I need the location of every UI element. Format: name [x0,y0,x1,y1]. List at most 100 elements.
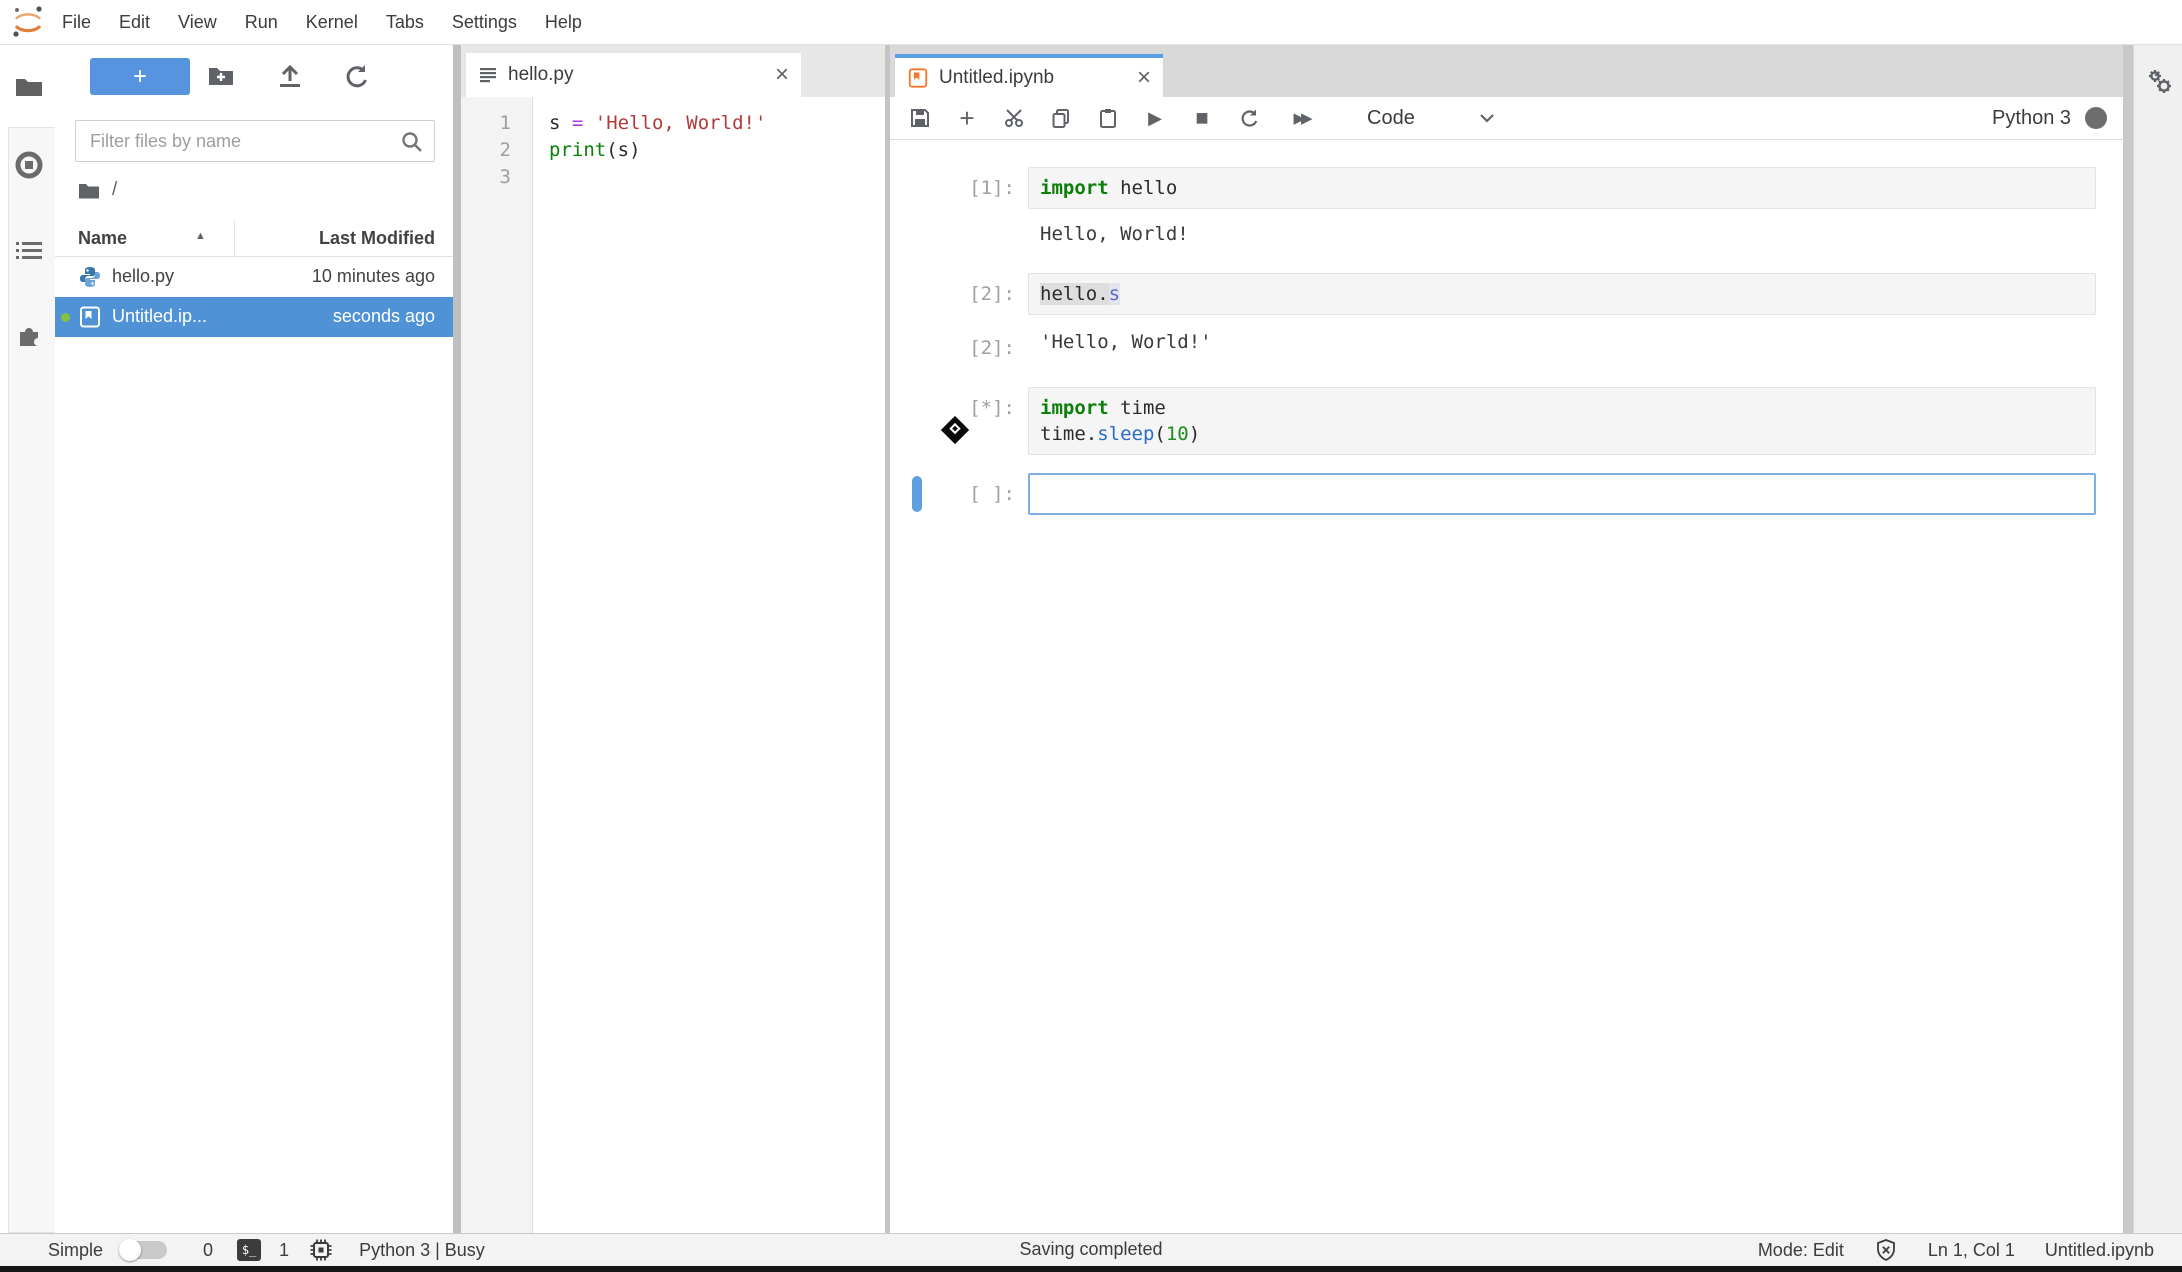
new-launcher-button[interactable]: + [90,58,190,95]
editor-tab-bar: hello.py × [461,45,885,97]
column-header-name[interactable]: Name [78,228,127,249]
restart-run-all-icon[interactable]: ▶▶ [1286,109,1316,127]
extensions-icon[interactable] [14,320,44,350]
tab-hello-py[interactable]: hello.py × [466,53,801,97]
code-line[interactable]: hello.s [1040,281,2084,307]
notebook-mode-indicator[interactable]: Mode: Edit [1758,1240,1844,1261]
cell-output: [2]:'Hello, World!' [890,327,2123,361]
chevron-down-icon[interactable] [1477,113,1497,123]
terminal-icon[interactable]: $_ [237,1239,261,1261]
sidebar-strip-background [8,127,55,1233]
active-document-name[interactable]: Untitled.ipynb [2045,1240,2154,1261]
notebook-scrollbar[interactable] [2123,45,2133,1233]
code-line[interactable] [1040,481,2084,507]
simple-mode-toggle[interactable] [119,1241,167,1259]
file-modified: seconds ago [333,306,435,327]
notebook-cell[interactable]: [*]:import timetime.sleep(10) [890,387,2123,455]
refresh-icon[interactable] [342,62,370,90]
code-line[interactable]: time.sleep(10) [1040,421,2084,447]
cell-input[interactable] [1028,473,2096,515]
upload-icon[interactable] [276,62,304,90]
menu-file[interactable]: File [48,12,105,33]
menu-run[interactable]: Run [231,12,292,33]
editor-code[interactable]: s = 'Hello, World!' print(s) [549,110,881,190]
code-line[interactable]: import hello [1040,175,2084,201]
menu-view[interactable]: View [164,12,231,33]
menu-tabs[interactable]: Tabs [372,12,438,33]
line-number: 3 [461,164,511,191]
notebook-panel: Untitled.ipynb × + ▶ ■ ▶▶ Code Python 3 [890,45,2123,1233]
notebook-file-icon [78,305,102,329]
breadcrumb[interactable]: / [78,177,117,203]
terminals-count[interactable]: 0 [203,1240,213,1261]
cell-input[interactable]: hello.s [1028,273,2096,315]
file-name[interactable]: Untitled.ip... [112,306,207,327]
file-row-hello-py[interactable]: hello.py 10 minutes ago [55,257,453,297]
file-list-header: Name ▲ Last Modified [55,221,453,257]
code-line[interactable]: print(s) [549,137,881,164]
home-folder-icon[interactable] [78,181,100,199]
copy-cells-icon[interactable] [1051,108,1071,128]
toggle-knob [119,1239,141,1261]
menu-kernel[interactable]: Kernel [292,12,372,33]
notebook-cell[interactable]: [2]:hello.s [890,273,2123,315]
stop-icon[interactable]: ■ [1192,105,1212,131]
kernel-busy-icon[interactable] [2085,107,2107,129]
kernel-running-dot [61,313,70,322]
splitter-filebrowser-editor[interactable] [453,45,461,1233]
filter-files-input[interactable] [76,121,434,161]
menu-help[interactable]: Help [531,12,596,33]
property-inspector-icon[interactable] [2145,67,2175,97]
cell-type-dropdown[interactable]: Code [1367,107,1415,130]
notebook-tab-bar: Untitled.ipynb × [890,45,2123,97]
search-icon[interactable] [400,130,424,154]
menu-settings[interactable]: Settings [438,12,531,33]
kernel-name[interactable]: Python 3 [1992,107,2071,130]
add-cell-icon[interactable]: + [957,108,977,128]
window-bottom-edge [0,1266,2182,1272]
cursor-position[interactable]: Ln 1, Col 1 [1928,1240,2015,1261]
shield-not-trusted-icon[interactable] [1874,1238,1898,1262]
table-of-contents-icon[interactable] [14,236,44,266]
column-header-last-modified[interactable]: Last Modified [319,228,435,249]
file-name[interactable]: hello.py [112,266,174,287]
code-line[interactable]: s = 'Hello, World!' [549,110,881,137]
output-prompt [890,219,1028,249]
running-kernels-icon[interactable] [14,150,44,180]
column-divider [234,221,235,257]
text-file-icon [478,64,498,86]
kernels-count[interactable]: 1 [279,1240,289,1261]
paste-cells-icon[interactable] [1098,108,1118,128]
kernel-chip-icon[interactable] [309,1238,333,1262]
status-bar: Simple 0 $_ 1 Python 3 | Busy Saving com… [0,1233,2182,1266]
close-tab-icon[interactable]: × [775,63,789,87]
kernel-status-text[interactable]: Python 3 | Busy [359,1240,485,1261]
notebook-cell[interactable]: [ ]: [890,473,2123,515]
file-row-untitled-ipynb[interactable]: Untitled.ip... seconds ago [55,297,453,337]
sort-ascending-icon[interactable]: ▲ [195,230,206,242]
status-message: Saving completed [1019,1239,1162,1260]
cut-cells-icon[interactable] [1004,108,1024,128]
breadcrumb-root[interactable]: / [112,179,117,201]
close-tab-icon[interactable]: × [1137,66,1151,90]
file-modified: 10 minutes ago [312,266,435,287]
cell-input[interactable]: import timetime.sleep(10) [1028,387,2096,455]
restart-kernel-icon[interactable] [1239,108,1259,128]
code-editor[interactable]: 1 2 3 s = 'Hello, World!' print(s) [461,97,885,1233]
kernel-indicator[interactable]: Python 3 [1992,107,2123,130]
save-icon[interactable] [910,108,930,128]
new-folder-icon[interactable] [207,62,235,90]
editor-panel: hello.py × 1 2 3 s = 'Hello, World!' pri… [461,45,885,1233]
cell-collapser[interactable] [912,476,922,512]
menu-edit[interactable]: Edit [105,12,164,33]
notebook-cell[interactable]: [1]:import hello [890,167,2123,209]
code-line[interactable]: import time [1040,395,2084,421]
notebook-cells-area[interactable]: [1]:import helloHello, World![2]:hello.s… [890,140,2123,1233]
run-icon[interactable]: ▶ [1145,108,1165,129]
tab-untitled-ipynb[interactable]: Untitled.ipynb × [895,54,1163,97]
right-sidebar-strip [2133,45,2182,1233]
file-browser-icon[interactable] [14,72,44,102]
tab-label: hello.py [508,64,574,86]
code-line[interactable] [549,164,881,190]
cell-input[interactable]: import hello [1028,167,2096,209]
